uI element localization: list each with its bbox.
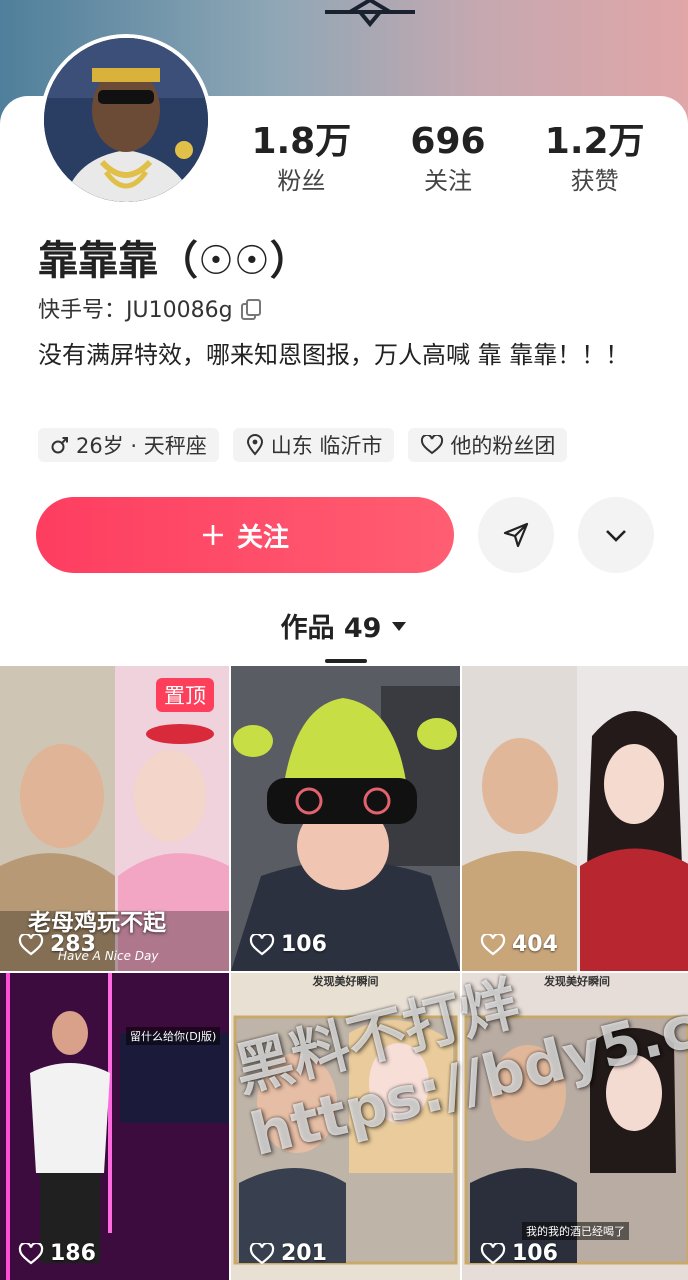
stat-likes[interactable]: 1.2万 获赞 [521, 120, 668, 198]
kuaishou-id-text: 快手号：JU10086g [38, 298, 233, 323]
video-grid: 置顶 老母鸡玩不起 Have A Nice Day 283 106 404 留什… [0, 666, 688, 1280]
heart-outline-icon [18, 1242, 44, 1264]
avatar-image [44, 38, 208, 202]
video-top-banner: 发现美好瞬间 [312, 975, 379, 988]
video-thumb-art [462, 666, 688, 971]
tag-fan-club-text: 他的粉丝团 [450, 434, 556, 458]
heart-outline-icon [249, 1242, 275, 1264]
tag-location[interactable]: 山东 临沂市 [232, 428, 395, 462]
tab-works[interactable]: 作品 49 [281, 606, 408, 645]
video-thumbnail[interactable]: 发现美好瞬间 201 [231, 973, 460, 1280]
video-thumbnail[interactable]: 置顶 老母鸡玩不起 Have A Nice Day 283 [0, 666, 229, 971]
like-count-value: 404 [512, 932, 558, 957]
male-icon [51, 437, 68, 454]
tab-works-label: 作品 49 [280, 613, 382, 644]
follow-label: 关注 [236, 522, 289, 553]
share-button[interactable] [478, 497, 554, 573]
like-count-value: 201 [281, 1241, 327, 1266]
video-thumb-art [231, 666, 460, 971]
follow-button[interactable]: 关注 [36, 497, 454, 573]
chevron-down-icon [606, 530, 626, 542]
profile-tags: 26岁 · 天秤座 山东 临沂市 他的粉丝团 [38, 428, 568, 462]
video-caption: 我的我的酒已经喝了 [522, 1222, 629, 1240]
send-icon [503, 522, 529, 548]
works-tab-bar: 作品 49 [0, 606, 688, 645]
stat-label: 获赞 [570, 167, 619, 195]
copy-icon[interactable] [240, 299, 261, 320]
heart-icon [421, 435, 444, 455]
tag-fan-club[interactable]: 他的粉丝团 [408, 428, 568, 462]
like-count: 106 [249, 932, 327, 957]
profile-stats: 1.8万 粉丝 696 关注 1.2万 获赞 [228, 120, 668, 198]
like-count: 201 [249, 1241, 327, 1266]
video-caption: 留什么给你(DJ版) [126, 1027, 221, 1045]
heart-outline-icon [18, 933, 44, 955]
location-icon [246, 434, 263, 456]
like-count: 186 [18, 1241, 96, 1266]
plane-decoration-icon [325, 0, 415, 28]
stat-fans[interactable]: 1.8万 粉丝 [228, 120, 375, 198]
stat-label: 关注 [424, 167, 472, 195]
stat-value: 696 [410, 121, 486, 162]
heart-outline-icon [480, 1242, 506, 1264]
like-count: 404 [480, 932, 558, 957]
video-thumb-art [0, 973, 229, 1280]
like-count-value: 106 [512, 1241, 558, 1266]
video-thumb-art [231, 973, 460, 1280]
video-top-banner: 发现美好瞬间 [544, 975, 610, 988]
plus-icon [202, 525, 223, 545]
stat-value: 1.2万 [544, 121, 645, 162]
like-count-value: 106 [281, 932, 327, 957]
video-thumbnail[interactable]: 404 [462, 666, 688, 971]
video-thumbnail[interactable]: 106 [231, 666, 460, 971]
heart-outline-icon [480, 933, 506, 955]
tag-location-text: 山东 临沂市 [270, 434, 383, 458]
more-button[interactable] [578, 497, 654, 573]
tab-indicator [325, 659, 367, 663]
video-thumbnail[interactable]: 发现美好瞬间 我的我的酒已经喝了 106 [462, 973, 688, 1280]
profile-name: 靠靠靠（☉☉） [38, 238, 310, 284]
profile-bio: 没有满屏特效，哪来知恩图报，万人高喊 靠 靠靠！！！ [38, 341, 630, 369]
pinned-badge: 置顶 [156, 678, 214, 712]
kuaishou-id: 快手号：JU10086g [38, 292, 261, 324]
tag-age-text: 26岁 · 天秤座 [76, 434, 207, 458]
heart-outline-icon [249, 933, 275, 955]
caret-down-icon [392, 621, 407, 631]
like-count: 106 [480, 1241, 558, 1266]
like-count-value: 283 [50, 932, 96, 957]
stat-value: 1.8万 [251, 121, 352, 162]
avatar[interactable] [40, 34, 212, 206]
video-thumbnail[interactable]: 留什么给你(DJ版) 186 [0, 973, 229, 1280]
like-count: 283 [18, 932, 96, 957]
stat-label: 粉丝 [277, 167, 326, 195]
tag-age: 26岁 · 天秤座 [38, 428, 219, 462]
stat-following[interactable]: 696 关注 [375, 120, 522, 198]
like-count-value: 186 [50, 1241, 96, 1266]
